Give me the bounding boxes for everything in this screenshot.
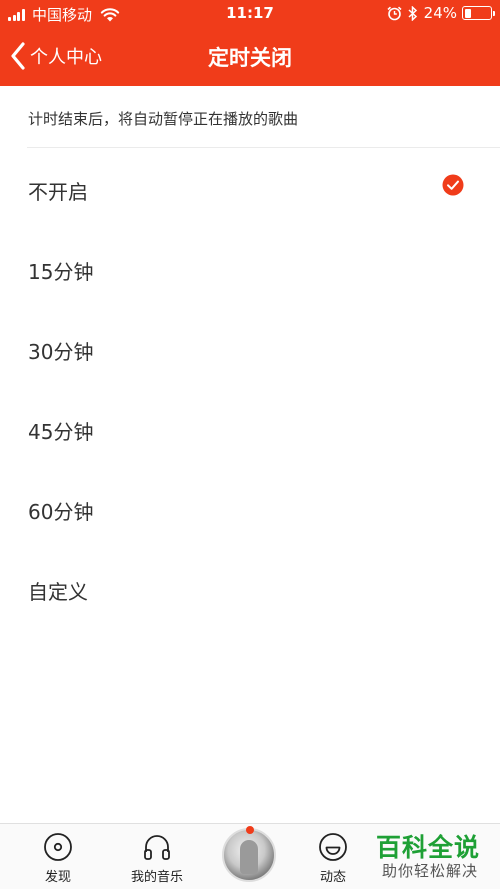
playing-indicator-dot	[246, 826, 254, 834]
check-icon	[442, 174, 464, 196]
watermark: 百科全说 助你轻松解决	[372, 828, 494, 884]
tab-label: 发现	[44, 870, 71, 885]
timer-hint: 计时结束后，将自动暂停正在播放的歌曲	[28, 110, 299, 128]
status-right: 24%	[387, 4, 495, 22]
option-label: 30分钟	[28, 340, 94, 364]
option-label: 15分钟	[28, 260, 94, 284]
headphones-icon	[144, 835, 170, 860]
option-label: 60分钟	[28, 500, 94, 524]
tab-moments[interactable]: 动态	[288, 824, 378, 889]
now-playing-album-art[interactable]	[222, 828, 276, 882]
page-title: 定时关闭	[208, 46, 292, 70]
status-bar: 中国移动 11:17 24%	[0, 0, 500, 28]
option-15-min[interactable]: 15分钟	[0, 228, 500, 308]
smiley-icon	[319, 833, 347, 861]
header: 中国移动 11:17 24% 个人中心 定时关闭	[0, 0, 500, 86]
watermark-title: 百科全说	[376, 833, 481, 862]
disc-icon	[44, 833, 72, 861]
option-off[interactable]: 不开启	[0, 148, 500, 228]
album-art-figure	[240, 840, 258, 874]
tab-label: 动态	[319, 870, 346, 885]
bluetooth-icon	[408, 5, 417, 21]
battery-icon	[462, 6, 495, 20]
tab-discover[interactable]: 发现	[13, 824, 103, 889]
tab-label: 我的音乐	[130, 870, 183, 885]
nav-bar: 个人中心 定时关闭	[0, 28, 500, 86]
option-label: 45分钟	[28, 420, 94, 444]
option-custom[interactable]: 自定义	[0, 548, 500, 628]
option-60-min[interactable]: 60分钟	[0, 468, 500, 548]
alarm-icon	[387, 6, 402, 20]
battery-fill	[464, 8, 471, 18]
option-label: 不开启	[28, 180, 88, 204]
watermark-subtitle: 助你轻松解决	[382, 862, 479, 880]
battery-percent: 24%	[423, 4, 457, 22]
option-label: 自定义	[28, 580, 88, 604]
option-45-min[interactable]: 45分钟	[0, 388, 500, 468]
timer-option-list: 不开启 15分钟 30分钟 45分钟 60分钟 自定义	[0, 148, 500, 628]
option-30-min[interactable]: 30分钟	[0, 308, 500, 388]
tab-my-music[interactable]: 我的音乐	[112, 824, 202, 889]
app-screen: 中国移动 11:17 24% 个人中心 定时关闭 计时结束后，将自动暂停正在播放…	[0, 0, 500, 889]
